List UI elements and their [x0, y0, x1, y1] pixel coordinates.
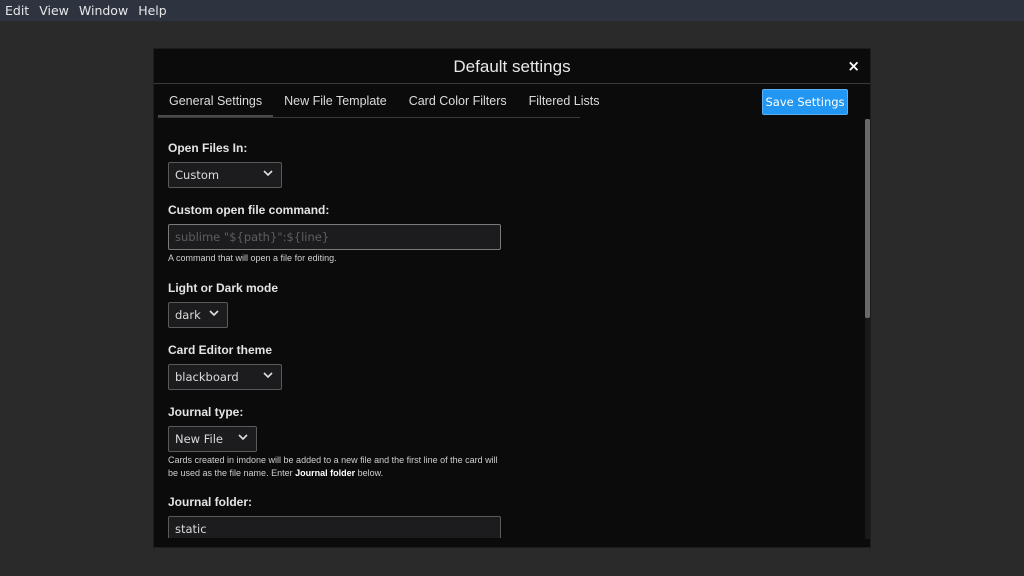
open-files-in-value: Custom: [175, 168, 220, 182]
chevron-down-icon: [263, 170, 273, 177]
tab-new-file-template[interactable]: New File Template: [273, 85, 398, 117]
menu-help[interactable]: Help: [133, 0, 172, 21]
editor-theme-select[interactable]: blackboard: [168, 364, 282, 390]
journal-folder-emphasis: Journal folder: [295, 468, 356, 478]
chevron-down-icon: [209, 310, 219, 317]
chevron-down-icon: [238, 434, 248, 441]
custom-command-help: A command that will open a file for edit…: [168, 253, 337, 263]
dialog-title: Default settings: [453, 57, 571, 76]
save-settings-button[interactable]: Save Settings: [762, 89, 848, 115]
journal-type-help: Cards created in imdone will be added to…: [168, 454, 508, 480]
settings-dialog: Default settings × General Settings New …: [153, 48, 871, 548]
tab-filtered-lists[interactable]: Filtered Lists: [518, 85, 611, 117]
mode-select[interactable]: dark: [168, 302, 228, 328]
scrollbar-thumb[interactable]: [865, 119, 870, 318]
chevron-down-icon: [263, 372, 273, 379]
journal-folder-input[interactable]: static: [168, 516, 501, 538]
open-files-in-label: Open Files In:: [168, 141, 248, 155]
tab-card-color-filters[interactable]: Card Color Filters: [398, 85, 518, 117]
mode-label: Light or Dark mode: [168, 281, 279, 295]
menu-window[interactable]: Window: [74, 0, 133, 21]
editor-theme-value: blackboard: [175, 370, 239, 384]
journal-type-select[interactable]: New File: [168, 426, 257, 452]
menu-edit[interactable]: Edit: [0, 0, 34, 21]
menu-view[interactable]: View: [34, 0, 74, 21]
dialog-header: Default settings ×: [154, 49, 870, 84]
custom-command-input[interactable]: sublime "${path}":${line}: [168, 224, 501, 250]
journal-type-help-suffix: below.: [355, 468, 384, 478]
tab-general-settings[interactable]: General Settings: [158, 85, 274, 117]
settings-tabs: General Settings New File Template Card …: [158, 85, 600, 118]
journal-type-value: New File: [175, 432, 223, 446]
menu-bar: Edit View Window Help: [0, 0, 1024, 21]
mode-value: dark: [175, 308, 201, 322]
journal-folder-label: Journal folder:: [168, 495, 253, 509]
editor-theme-label: Card Editor theme: [168, 343, 273, 357]
open-files-in-select[interactable]: Custom: [168, 162, 282, 188]
scrollbar[interactable]: [865, 119, 870, 539]
settings-form: Open Files In: Custom Custom open file c…: [168, 119, 858, 538]
custom-command-label: Custom open file command:: [168, 203, 330, 217]
journal-type-label: Journal type:: [168, 405, 244, 419]
close-icon[interactable]: ×: [847, 57, 860, 75]
